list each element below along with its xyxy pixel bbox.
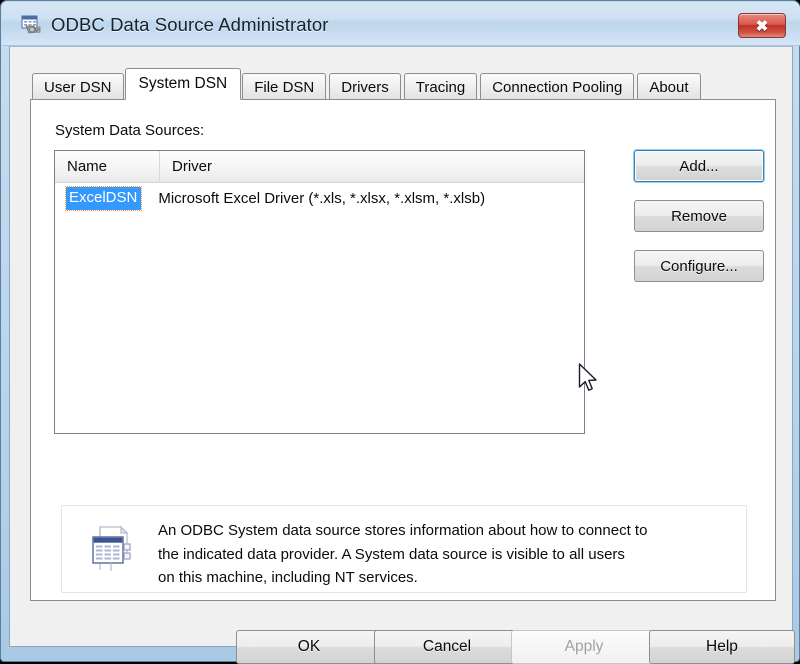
odbc-table-icon <box>21 15 41 34</box>
tab-drivers[interactable]: Drivers <box>329 73 401 100</box>
button-label: Help <box>706 638 738 655</box>
system-data-sources-label: System Data Sources: <box>55 122 205 139</box>
tab-label: Tracing <box>415 78 466 96</box>
button-label: Apply <box>564 638 604 655</box>
window-title: ODBC Data Source Administrator <box>51 14 329 35</box>
tab-about[interactable]: About <box>637 73 701 100</box>
tab-tracing[interactable]: Tracing <box>403 73 478 100</box>
tab-strip: User DSN System DSN File DSN Drivers Tra… <box>32 68 704 100</box>
button-label: Configure... <box>660 257 738 275</box>
button-label: Add... <box>679 157 719 175</box>
tab-label: User DSN <box>44 78 112 96</box>
close-button[interactable]: ✖ <box>738 13 786 38</box>
listview-header: Name Driver <box>55 151 584 183</box>
tab-system-dsn[interactable]: System DSN <box>124 68 242 100</box>
tab-label: File DSN <box>254 78 315 96</box>
tab-label: System DSN <box>138 75 228 92</box>
dialog-client-area: User DSN System DSN File DSN Drivers Tra… <box>9 46 795 664</box>
help-button[interactable]: Help <box>649 630 795 664</box>
button-label: Cancel <box>422 638 472 655</box>
listview-rows: ExcelDSN Microsoft Excel Driver (*.xls, … <box>55 183 584 211</box>
tab-label: Drivers <box>341 78 389 96</box>
description-text: An ODBC System data source stores inform… <box>158 522 648 586</box>
ok-button[interactable]: OK <box>236 630 382 664</box>
add-button[interactable]: Add... <box>634 150 764 182</box>
title-bar: ODBC Data Source Administrator ✖ <box>2 2 800 46</box>
tab-user-dsn[interactable]: User DSN <box>32 73 124 100</box>
button-label: OK <box>297 638 321 655</box>
remove-button[interactable]: Remove <box>634 200 764 232</box>
tab-file-dsn[interactable]: File DSN <box>242 73 327 100</box>
tab-connection-pooling[interactable]: Connection Pooling <box>480 73 635 100</box>
apply-button: Apply <box>511 630 657 664</box>
column-header-driver[interactable]: Driver <box>160 151 584 182</box>
spreadsheet-data-source-icon <box>92 525 131 571</box>
odbc-admin-window: ODBC Data Source Administrator ✖ User DS… <box>0 0 800 664</box>
close-icon: ✖ <box>755 17 769 35</box>
configure-button[interactable]: Configure... <box>634 250 764 282</box>
description-panel: An ODBC System data source stores inform… <box>61 505 747 593</box>
system-dsn-panel: System Data Sources: Name Driver ExcelDS… <box>30 99 776 601</box>
cell-dsn-name: ExcelDSN <box>64 186 143 211</box>
data-sources-listview[interactable]: Name Driver ExcelDSN Microsoft Excel Dri… <box>54 150 585 434</box>
table-row[interactable]: ExcelDSN Microsoft Excel Driver (*.xls, … <box>55 186 584 211</box>
cancel-button[interactable]: Cancel <box>374 630 520 664</box>
button-label: Remove <box>671 207 727 225</box>
column-header-name[interactable]: Name <box>55 151 160 182</box>
cell-dsn-driver: Microsoft Excel Driver (*.xls, *.xlsx, *… <box>158 190 486 207</box>
tab-label: About <box>649 78 689 96</box>
tab-label: Connection Pooling <box>492 78 623 96</box>
